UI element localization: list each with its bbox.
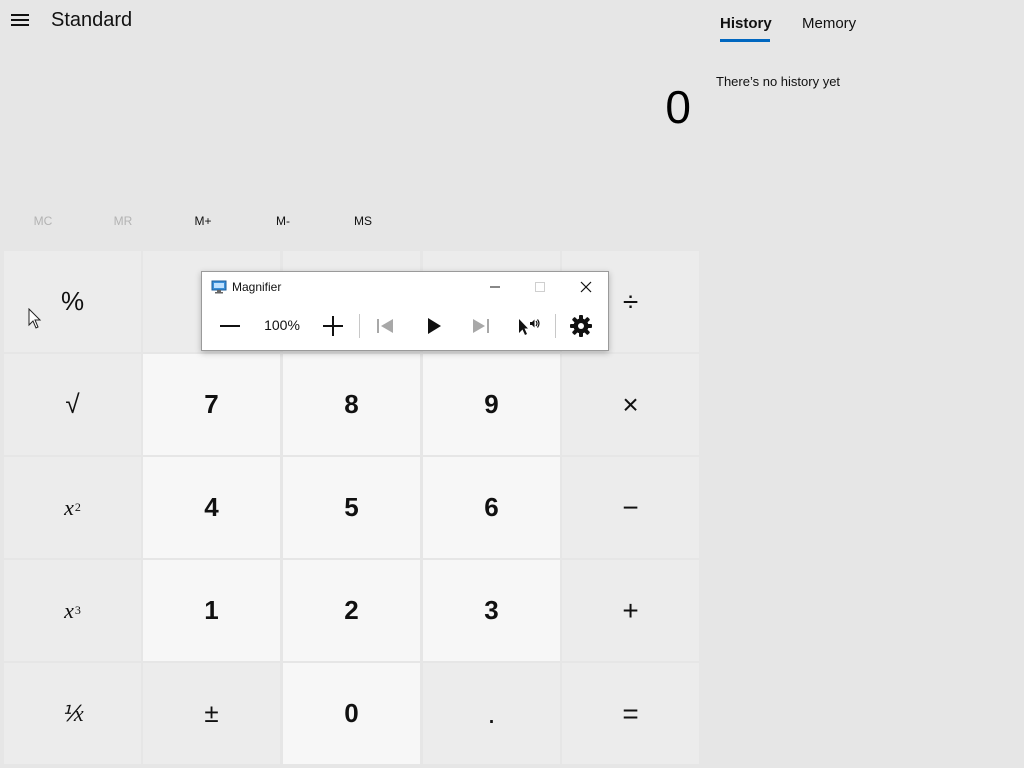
previous-paragraph-button[interactable] [374,312,396,340]
maximize-button[interactable] [520,274,560,300]
settings-icon [570,315,592,337]
tab-memory[interactable]: Memory [802,15,856,32]
cube-button[interactable]: x3 [4,560,141,661]
next-icon [473,319,489,333]
square-button[interactable]: x2 [4,457,141,558]
digit-0-button[interactable]: 0 [283,663,420,764]
square-base: x [64,494,74,520]
memory-add-button[interactable]: M+ [178,214,228,228]
play-button[interactable] [423,312,445,340]
percent-label: % [60,286,85,316]
multiply-button[interactable]: × [562,354,699,455]
subtract-label: − [622,491,639,523]
close-icon [580,281,592,293]
digit-6-button[interactable]: 6 [423,457,560,558]
mouse-pointer-icon [28,308,42,329]
digit-4-button[interactable]: 4 [143,457,280,558]
magnifier-title: Magnifier [232,280,282,294]
zoom-level: 100% [264,317,300,333]
equals-label: = [622,697,639,729]
square-root-button[interactable]: √ [4,354,141,455]
memory-recall-button[interactable]: MR [98,214,148,228]
magnifier-app-icon [211,280,227,294]
play-icon [428,318,441,334]
digit-1-button[interactable]: 1 [143,560,280,661]
add-label: + [622,594,639,626]
memory-subtract-button[interactable]: M- [258,214,308,228]
result-display: 0 [665,81,691,133]
toolbar-separator [359,314,360,338]
zoom-in-icon [323,316,343,336]
read-from-pointer-icon [519,319,540,335]
digit-5-button[interactable]: 5 [283,457,420,558]
close-button[interactable] [566,274,606,300]
square-root-label: √ [65,389,80,419]
digit-8-button[interactable]: 8 [283,354,420,455]
memory-clear-button[interactable]: MC [18,214,68,228]
magnifier-window: Magnifier 100% [201,271,609,351]
read-from-pointer-button[interactable] [516,312,542,340]
tab-active-indicator [720,39,770,42]
decimal-label: . [487,697,496,729]
divide-label: ÷ [622,285,639,317]
tab-history[interactable]: History [720,15,772,42]
minimize-button[interactable] [475,274,515,300]
zoom-out-button[interactable] [219,312,241,340]
zoom-in-button[interactable] [322,312,344,340]
tab-history-label: History [720,15,772,32]
maximize-icon [535,282,545,292]
square-exponent: 2 [74,500,81,514]
digit-7-button[interactable]: 7 [143,354,280,455]
memory-store-button[interactable]: MS [338,214,388,228]
toolbar-separator [555,314,556,338]
next-paragraph-button[interactable] [470,312,492,340]
equals-button[interactable]: = [562,663,699,764]
zoom-out-icon [220,325,240,327]
hamburger-icon[interactable] [11,14,29,28]
minimize-icon [490,286,500,288]
reciprocal-label: ⅟x [61,700,84,726]
digit-9-button[interactable]: 9 [423,354,560,455]
digit-2-button[interactable]: 2 [283,560,420,661]
cube-base: x [64,597,74,623]
negate-button[interactable]: ± [143,663,280,764]
app-title: Standard [51,9,133,31]
cube-exponent: 3 [74,603,81,617]
subtract-button[interactable]: − [562,457,699,558]
negate-label: ± [204,698,219,728]
digit-3-button[interactable]: 3 [423,560,560,661]
multiply-label: × [622,388,639,420]
add-button[interactable]: + [562,560,699,661]
previous-icon [377,319,393,333]
percent-button[interactable]: % [4,251,141,352]
history-empty-message: There’s no history yet [716,74,841,89]
settings-button[interactable] [568,312,594,340]
decimal-button[interactable]: . [423,663,560,764]
reciprocal-button[interactable]: ⅟x [4,663,141,764]
